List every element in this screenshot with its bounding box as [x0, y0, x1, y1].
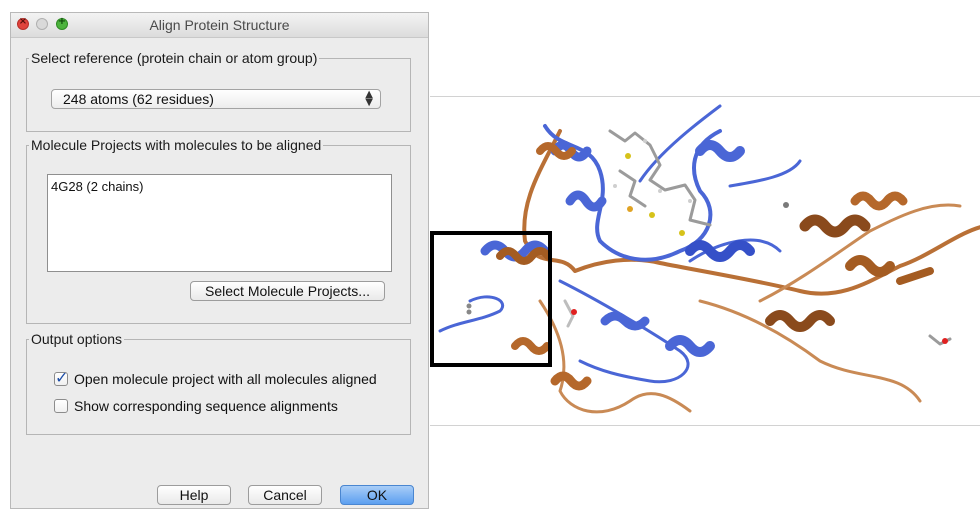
molecule-projects-list[interactable]: 4G28 (2 chains) — [47, 174, 392, 272]
open-aligned-label[interactable]: Open molecule project with all molecules… — [74, 371, 377, 387]
output-options-legend: Output options — [31, 331, 123, 347]
window-title: Align Protein Structure — [149, 17, 290, 33]
open-aligned-checkbox[interactable]: ✓ — [54, 368, 68, 387]
reference-select[interactable]: 248 atoms (62 residues) ▲ ▼ — [51, 89, 381, 109]
help-button[interactable]: Help — [157, 485, 231, 505]
molecule-projects-legend: Molecule Projects with molecules to be a… — [31, 137, 322, 153]
reference-legend: Select reference (protein chain or atom … — [31, 50, 318, 66]
show-sequence-checkbox[interactable] — [54, 399, 68, 413]
list-item[interactable]: 4G28 (2 chains) — [51, 179, 144, 194]
select-arrows-icon: ▲ ▼ — [365, 89, 373, 108]
checkmark-icon: ✓ — [55, 368, 69, 387]
protein-structure-render — [430, 104, 980, 414]
reference-select-value: 248 atoms (62 residues) — [63, 91, 214, 107]
align-protein-structure-dialog: × + Align Protein Structure Select refer… — [10, 12, 429, 509]
show-sequence-label[interactable]: Show corresponding sequence alignments — [74, 398, 338, 414]
cancel-button[interactable]: Cancel — [248, 485, 322, 505]
select-molecule-projects-button[interactable]: Select Molecule Projects... — [190, 281, 385, 301]
structure-viewer[interactable] — [430, 96, 980, 426]
title-bar: × + Align Protein Structure — [11, 13, 428, 38]
ok-button[interactable]: OK — [340, 485, 414, 505]
